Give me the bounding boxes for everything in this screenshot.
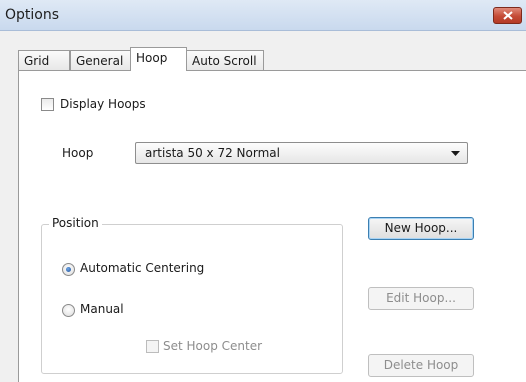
manual-label: Manual — [80, 302, 124, 316]
chevron-down-icon — [451, 151, 460, 156]
new-hoop-button[interactable]: New Hoop... — [368, 217, 474, 240]
manual-radio[interactable] — [62, 304, 75, 317]
edit-hoop-button[interactable]: Edit Hoop... — [368, 287, 474, 310]
display-hoops-label: Display Hoops — [60, 97, 146, 111]
display-hoops-checkbox[interactable] — [41, 98, 54, 111]
delete-hoop-button[interactable]: Delete Hoop — [368, 354, 474, 377]
hoop-tab-content: Display Hoops Hoop artista 50 x 72 Norma… — [0, 0, 526, 382]
options-dialog: Options Grid General Hoop Auto Scroll Di… — [0, 0, 526, 382]
set-hoop-center-label: Set Hoop Center — [163, 339, 263, 353]
set-hoop-center-checkbox[interactable] — [146, 340, 159, 353]
hoop-label: Hoop — [62, 146, 94, 160]
delete-hoop-button-label: Delete Hoop — [383, 358, 459, 372]
radio-selected-dot — [66, 267, 71, 272]
hoop-select[interactable]: artista 50 x 72 Normal — [135, 142, 468, 164]
automatic-centering-label: Automatic Centering — [80, 261, 205, 275]
edit-hoop-button-label: Edit Hoop... — [386, 291, 456, 305]
hoop-select-value: artista 50 x 72 Normal — [145, 146, 280, 160]
new-hoop-button-label: New Hoop... — [384, 221, 458, 235]
position-group-legend: Position — [49, 216, 102, 230]
automatic-centering-radio[interactable] — [62, 263, 75, 276]
